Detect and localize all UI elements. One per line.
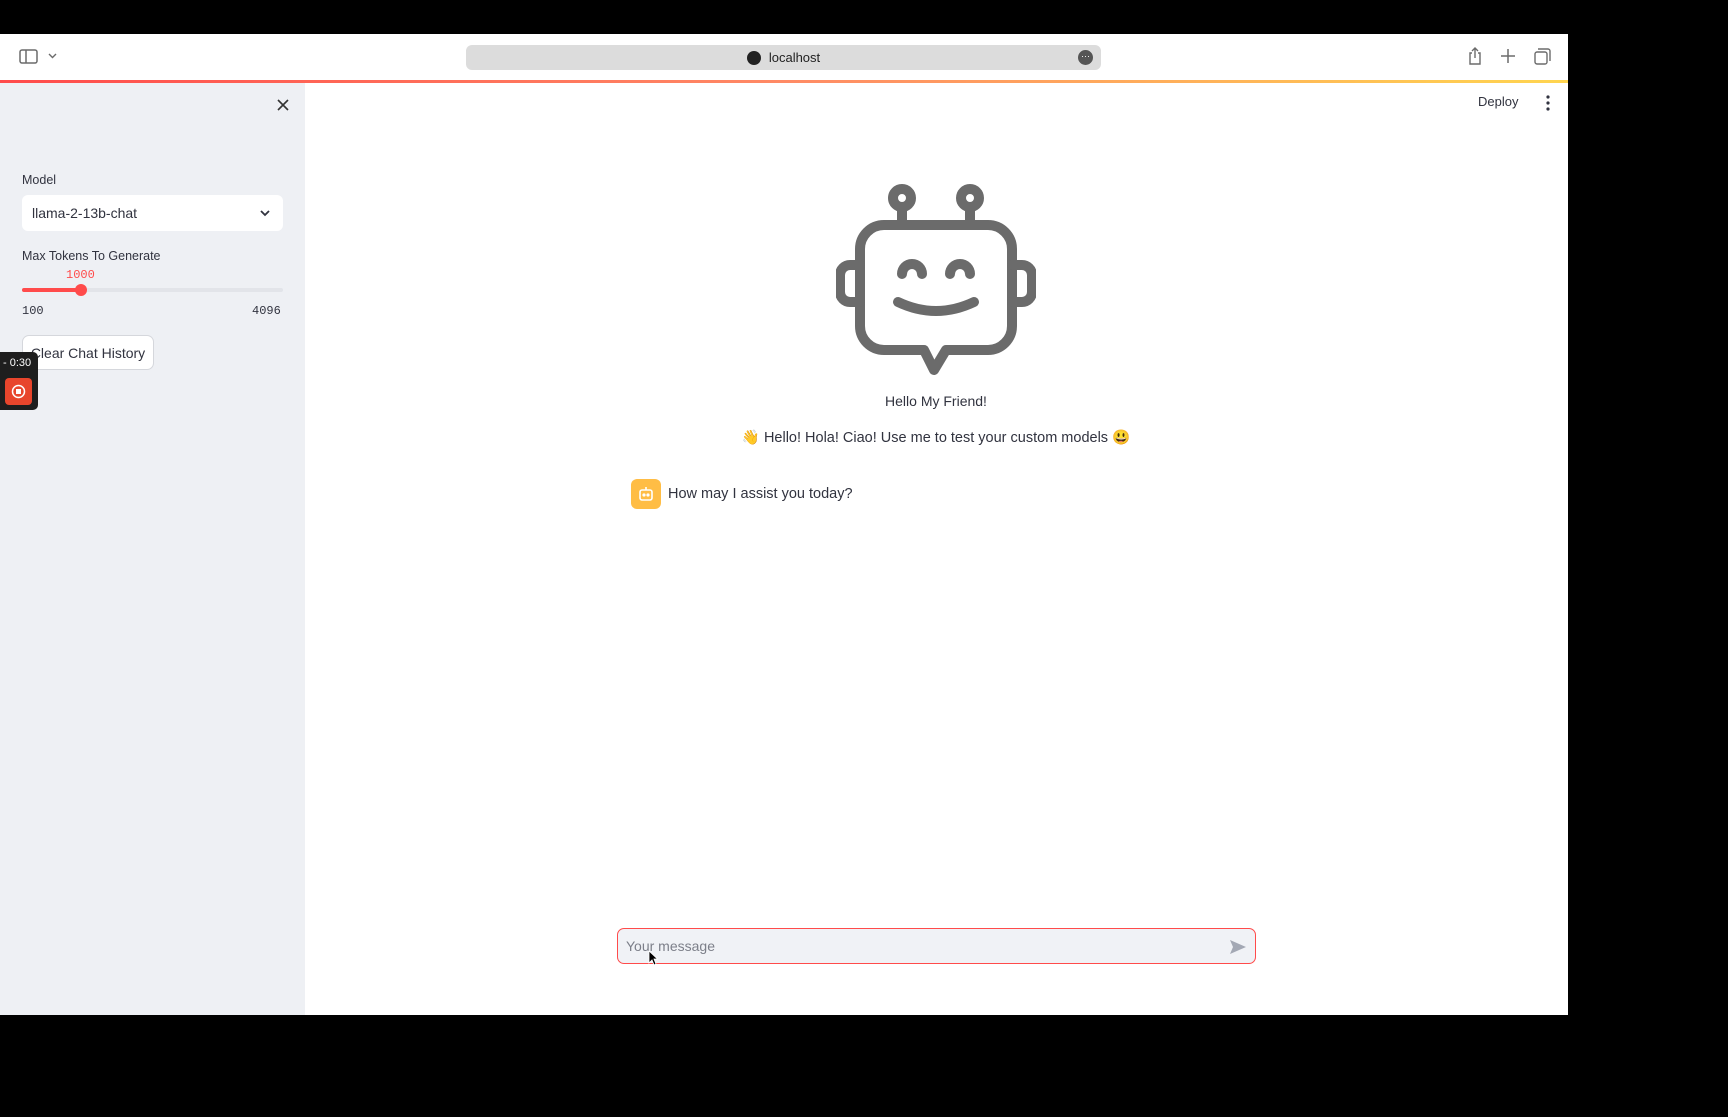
slider-thumb[interactable]	[74, 284, 87, 296]
plus-icon[interactable]	[1499, 47, 1517, 65]
robot-icon	[835, 180, 1037, 380]
bot-avatar-icon	[631, 479, 661, 509]
share-icon[interactable]	[1466, 46, 1484, 66]
site-icon	[746, 50, 761, 65]
slider-track[interactable]	[22, 288, 283, 292]
chevron-down-icon[interactable]	[47, 51, 57, 61]
slider-min: 100	[22, 304, 44, 318]
browser-toolbar: localhost ···	[0, 34, 1568, 80]
close-icon[interactable]	[272, 94, 294, 116]
screen-recorder-widget: - 0:30	[0, 352, 38, 410]
menu-bar	[0, 0, 1568, 34]
model-label: Model	[22, 173, 57, 187]
recording-time: - 0:30	[3, 357, 32, 369]
chat-input-container	[617, 928, 1256, 964]
mouse-cursor-icon	[648, 950, 659, 966]
page-menu-icon[interactable]: ···	[1078, 50, 1093, 65]
chevron-down-icon	[259, 206, 271, 222]
max-tokens-label: Max Tokens To Generate	[22, 249, 161, 263]
clear-chat-history-button[interactable]: Clear Chat History	[22, 335, 154, 370]
kebab-icon[interactable]	[1540, 94, 1556, 112]
sidebar-toggle-icon[interactable]	[18, 48, 38, 64]
screen: localhost ··· Model llama-2-13b-chat Max…	[0, 0, 1728, 1117]
tabs-icon[interactable]	[1533, 47, 1551, 65]
stop-icon[interactable]	[5, 378, 32, 405]
slider-value: 1000	[66, 268, 95, 282]
url-text: localhost	[768, 50, 821, 65]
greeting-heading: Hello My Friend!	[885, 393, 987, 409]
model-select[interactable]: llama-2-13b-chat	[22, 195, 283, 231]
slider-max: 4096	[252, 304, 281, 318]
sidebar: Model llama-2-13b-chat Max Tokens To Gen…	[0, 83, 305, 1015]
browser-window: localhost ··· Model llama-2-13b-chat Max…	[0, 0, 1568, 1015]
message-input[interactable]	[626, 938, 1216, 954]
tagline: 👋 Hello! Hola! Ciao! Use me to test your…	[741, 430, 1131, 446]
send-icon[interactable]	[1229, 938, 1247, 956]
model-select-value: llama-2-13b-chat	[32, 205, 138, 221]
deploy-button[interactable]: Deploy	[1478, 94, 1518, 109]
assistant-message: How may I assist you today?	[668, 486, 853, 502]
address-bar[interactable]: localhost ···	[466, 45, 1101, 70]
slider-fill	[22, 288, 81, 292]
